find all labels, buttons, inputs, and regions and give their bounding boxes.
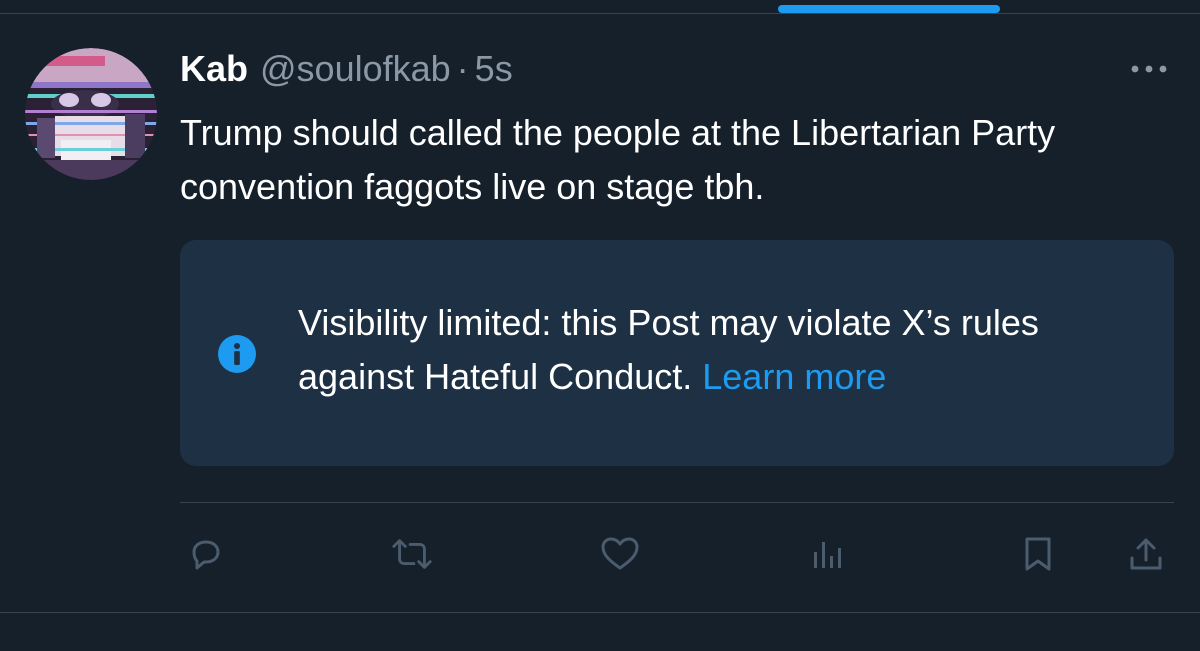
like-button[interactable] <box>598 532 642 576</box>
reply-icon <box>192 540 220 570</box>
like-icon <box>601 537 639 570</box>
notice-message: Visibility limited: this Post may violat… <box>298 302 1039 397</box>
tweet-view: Kab @soulofkab · 5s Trump should called … <box>0 0 1200 651</box>
views-button[interactable] <box>806 532 850 576</box>
author-handle[interactable]: @soulofkab <box>260 48 451 90</box>
actions-divider <box>180 502 1174 503</box>
info-icon <box>218 335 256 373</box>
notice-text: Visibility limited: this Post may violat… <box>298 296 1158 404</box>
bookmark-icon <box>1025 537 1051 571</box>
more-icon <box>1131 65 1167 73</box>
avatar-image <box>25 48 157 180</box>
avatar[interactable] <box>25 48 157 180</box>
author-name[interactable]: Kab <box>180 48 248 90</box>
repost-icon <box>392 539 432 569</box>
visibility-notice: Visibility limited: this Post may violat… <box>180 240 1174 466</box>
tweet-header: Kab @soulofkab · 5s <box>180 48 513 90</box>
more-button[interactable] <box>1124 52 1174 86</box>
reply-button[interactable] <box>184 532 228 576</box>
active-tab-indicator <box>778 5 1000 13</box>
tweet-text: Trump should called the people at the Li… <box>180 112 1056 207</box>
bottom-divider <box>0 612 1200 613</box>
share-button[interactable] <box>1124 532 1168 576</box>
learn-more-link[interactable]: Learn more <box>702 356 886 397</box>
share-icon <box>1130 538 1162 570</box>
views-icon <box>814 542 841 568</box>
repost-button[interactable] <box>390 532 434 576</box>
post-time[interactable]: 5s <box>475 48 513 90</box>
top-divider <box>0 13 1200 14</box>
bookmark-button[interactable] <box>1016 532 1060 576</box>
separator-dot: · <box>456 48 469 89</box>
